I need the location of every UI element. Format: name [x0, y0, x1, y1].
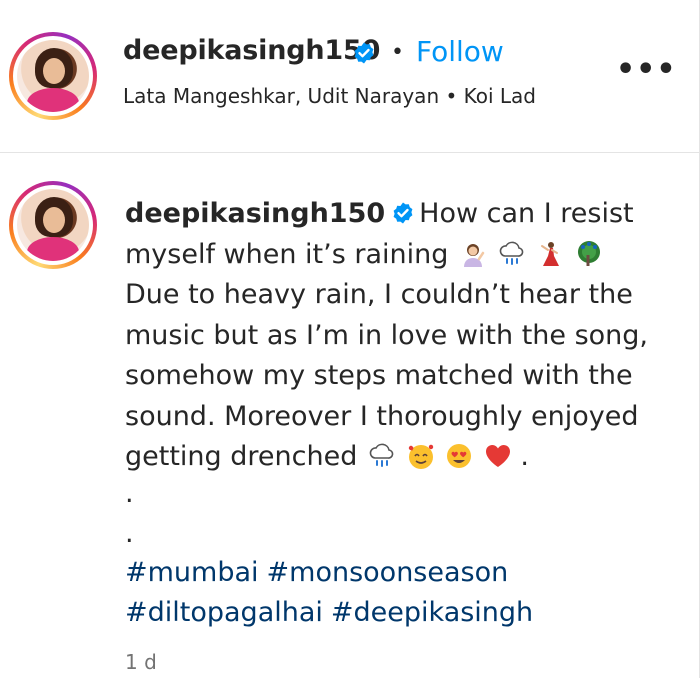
- hashtag-link[interactable]: #diltopagalhai: [125, 597, 323, 628]
- hashtag-list: #mumbai #monsoonseason #diltopagalhai #dee…: [125, 553, 685, 633]
- heart-eyes-icon: [447, 444, 472, 468]
- post-header: deepikasingh150 • Follow ••• Lata Manges…: [0, 0, 700, 152]
- caption-dot: .: [125, 478, 134, 509]
- avatar-frame: [13, 36, 93, 116]
- header-divider: [0, 152, 700, 153]
- rain-cloud-icon: [499, 241, 523, 265]
- hashtag-link[interactable]: #deepikasingh: [331, 597, 533, 628]
- hashtag-link[interactable]: #mumbai: [125, 557, 259, 588]
- caption-avatar[interactable]: [9, 181, 97, 269]
- caption-avatar-photo: [17, 189, 89, 261]
- caption-text: getting drenched: [125, 441, 358, 472]
- caption-text: How can I resist: [419, 198, 634, 229]
- rain-cloud-icon: [369, 443, 394, 467]
- caption-avatar-frame: [13, 185, 93, 265]
- follow-button[interactable]: Follow: [416, 35, 504, 68]
- more-options-icon[interactable]: •••: [616, 52, 677, 87]
- post-timestamp[interactable]: 1 d: [125, 650, 157, 674]
- caption-username[interactable]: deepikasingh150: [125, 198, 385, 229]
- smiling-hearts-icon: [408, 444, 433, 469]
- separator-dot: •: [391, 40, 404, 65]
- verified-badge-icon: [393, 202, 413, 224]
- dancer-icon: [541, 241, 560, 266]
- avatar[interactable]: [9, 32, 97, 120]
- caption-text: .: [520, 441, 529, 472]
- caption-line: getting drenched .: [125, 437, 685, 478]
- caption-line: myself when it’s raining: [125, 235, 685, 276]
- woman-gesturing-icon: [463, 243, 485, 267]
- peacock-icon: [577, 240, 600, 266]
- caption-text: myself when it’s raining: [125, 238, 449, 270]
- hashtag-link[interactable]: #monsoonseason: [267, 557, 509, 588]
- caption-line: deepikasingh150 How can I resist: [125, 194, 685, 235]
- red-heart-icon: [485, 445, 510, 467]
- post-caption: deepikasingh150 How can I resist myself w…: [125, 194, 685, 478]
- audio-track-link[interactable]: Lata Mangeshkar, Udit Narayan • Koi Lad: [123, 84, 536, 108]
- caption-dot: .: [125, 518, 134, 549]
- caption-line: music but as I’m in love with the song,: [125, 319, 649, 351]
- header-username[interactable]: deepikasingh150: [123, 35, 380, 66]
- avatar-photo: [17, 40, 89, 112]
- caption-line: somehow my steps matched with the: [125, 360, 633, 391]
- caption-line: Due to heavy rain, I couldn’t hear the: [125, 279, 633, 310]
- caption-line: sound. Moreover I thoroughly enjoyed: [125, 400, 639, 432]
- verified-badge-icon: [354, 42, 374, 64]
